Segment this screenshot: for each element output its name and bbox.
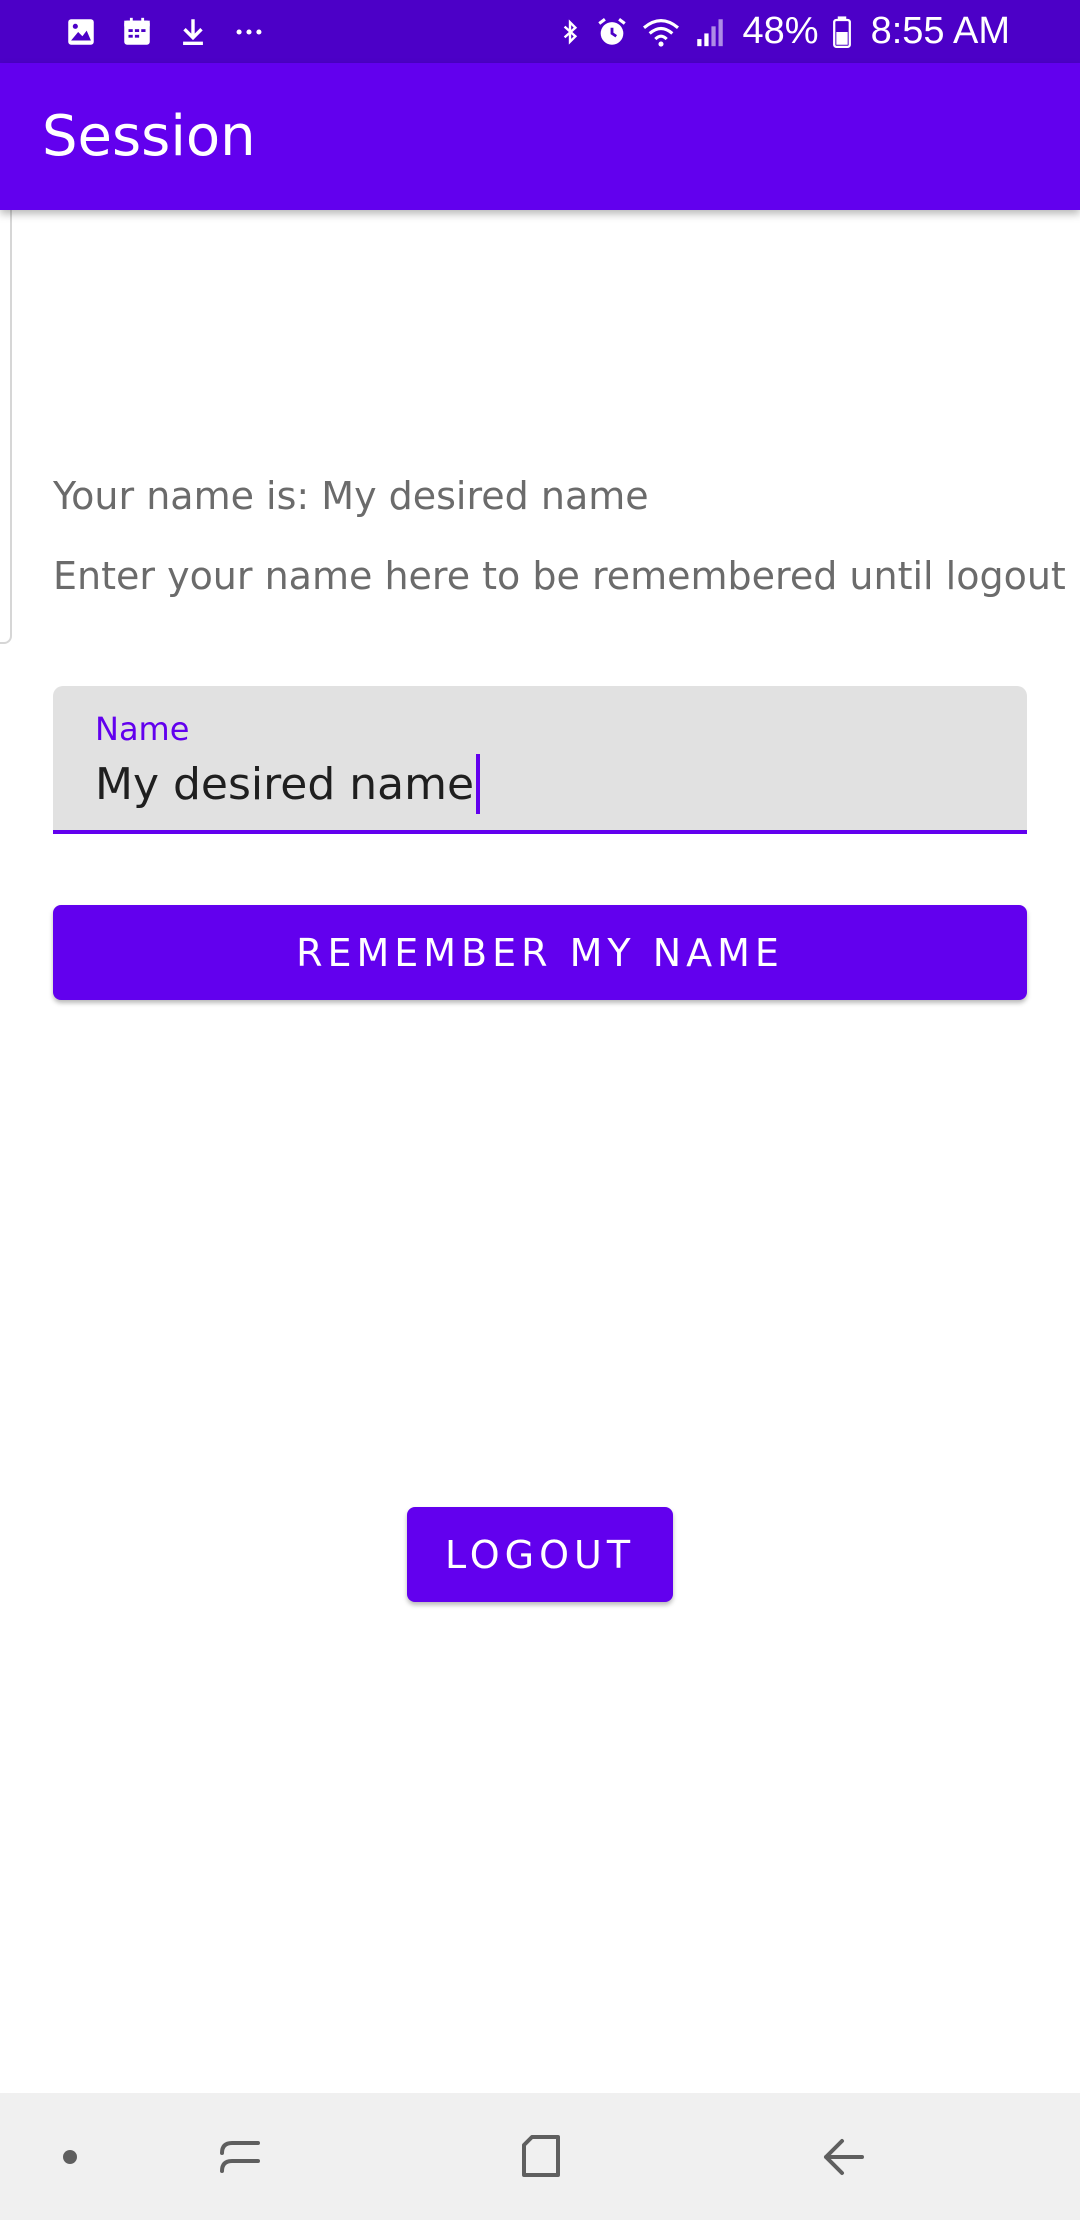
app-bar: Session — [0, 63, 1080, 210]
text-cursor — [476, 754, 481, 814]
screen: 48% 8:55 AM Session Your name is: My des… — [0, 0, 1080, 2220]
signal-icon — [693, 15, 727, 49]
clock: 8:55 AM — [870, 10, 1010, 52]
app-title: Session — [42, 104, 256, 169]
instructions-text: Enter your name here to be remembered un… — [53, 554, 1066, 598]
alarm-icon — [595, 15, 629, 49]
calendar-icon — [120, 15, 154, 49]
status-bar: 48% 8:55 AM — [0, 0, 1080, 63]
notification-icons — [64, 0, 266, 63]
battery-icon — [831, 15, 853, 49]
recent-apps-icon[interactable] — [200, 2093, 280, 2220]
wifi-icon — [641, 15, 681, 49]
name-field-label: Name — [95, 710, 190, 748]
bluetooth-icon — [557, 15, 583, 49]
image-icon — [64, 15, 98, 49]
back-icon[interactable] — [804, 2093, 884, 2220]
name-field-input[interactable]: My desired name — [95, 754, 481, 814]
home-icon[interactable] — [500, 2093, 580, 2220]
navigation-bar — [0, 2093, 1080, 2220]
edge-panel-handle[interactable] — [0, 192, 12, 644]
name-field[interactable]: Name My desired name — [53, 686, 1027, 834]
dot-icon[interactable] — [40, 2093, 100, 2220]
name-display-text: Your name is: My desired name — [53, 474, 649, 518]
battery-percent: 48% — [742, 10, 819, 52]
system-icons: 48% 8:55 AM — [557, 0, 1010, 63]
remember-my-name-button[interactable]: REMEMBER MY NAME — [53, 905, 1027, 1000]
download-icon — [176, 15, 210, 49]
logout-button[interactable]: LOGOUT — [407, 1507, 673, 1602]
name-field-value: My desired name — [95, 758, 475, 810]
more-dots-icon — [232, 15, 266, 49]
